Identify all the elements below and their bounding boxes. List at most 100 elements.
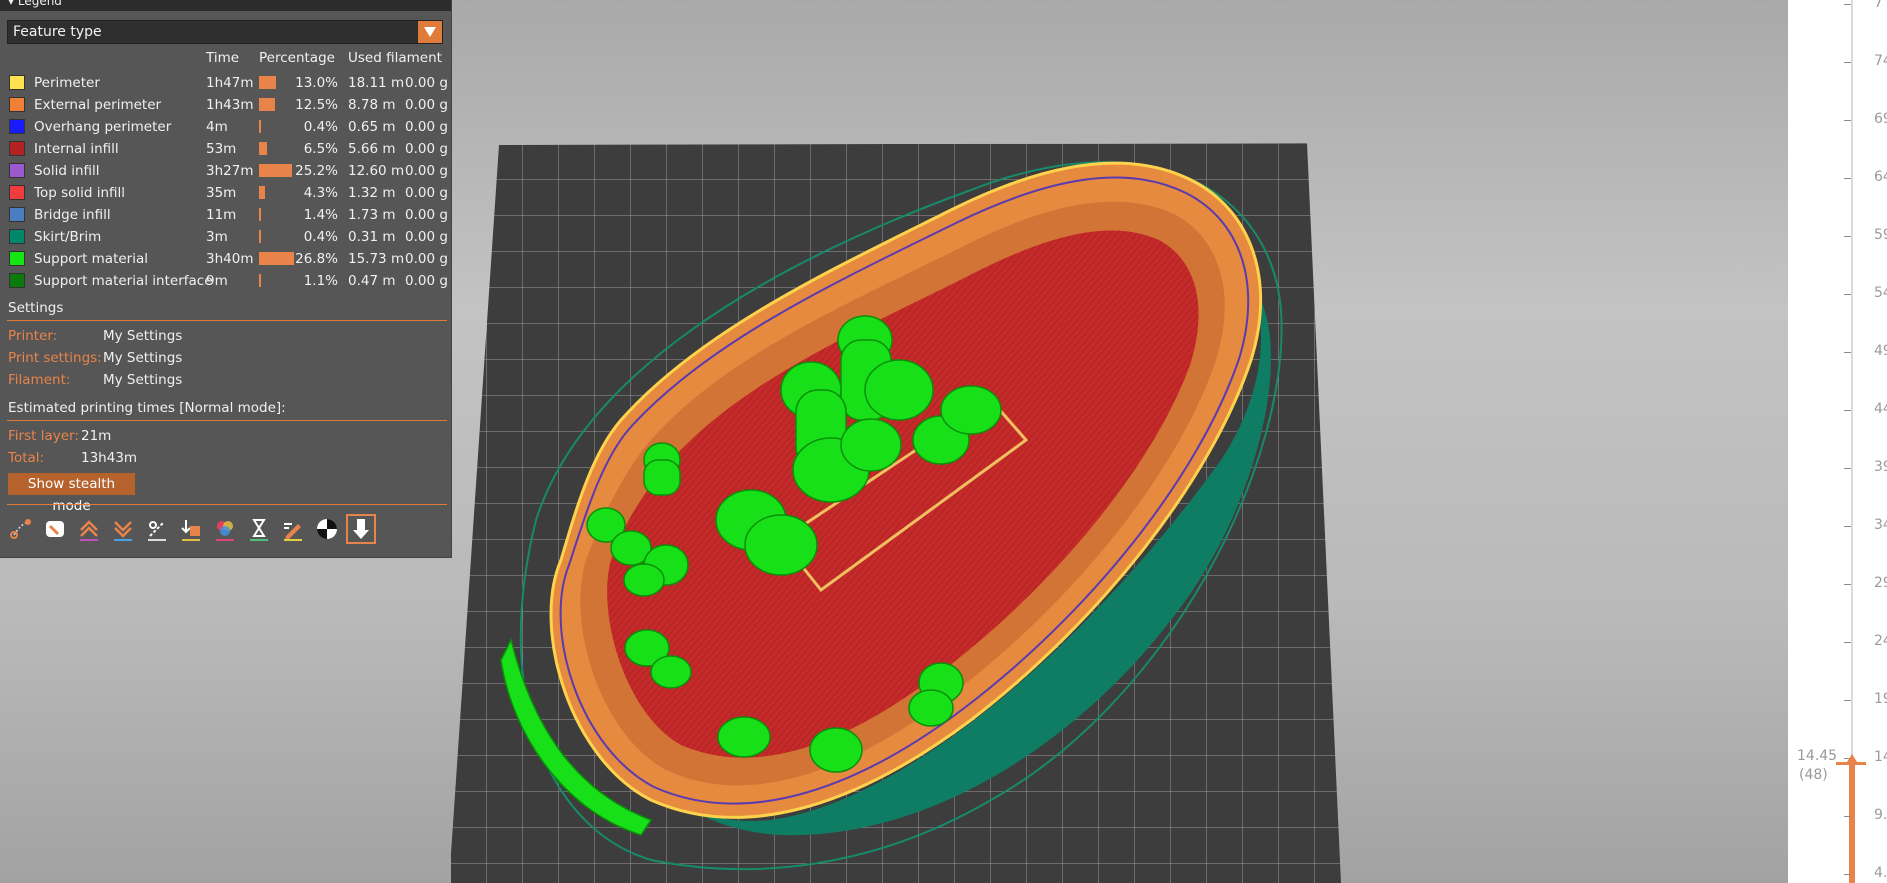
- color-changes-icon[interactable]: [212, 516, 238, 542]
- legend-row[interactable]: Overhang perimeter 4m 0.4% 0.65 m 0.00 g: [0, 116, 451, 138]
- slider-thumb[interactable]: [1845, 754, 1859, 765]
- color-swatch: [9, 97, 25, 112]
- percentage-bar: [259, 274, 261, 287]
- feature-weight: 0.00 g: [405, 75, 448, 91]
- filament-label: Filament:: [8, 372, 71, 388]
- retractions-icon[interactable]: [76, 516, 102, 542]
- slider-tick-label: 69: [1874, 111, 1887, 127]
- feature-percentage: 4.3%: [303, 185, 338, 201]
- feature-percentage: 13.0%: [295, 75, 338, 91]
- slider-tick-label: 64: [1874, 169, 1887, 185]
- feature-length: 15.73 m: [348, 251, 405, 267]
- layer-slider[interactable]: 7 74 69 64 59 54 49 44 39 34 29 24 19 14 9. 4. 14.45 (4…: [1788, 0, 1887, 883]
- legend-row[interactable]: Top solid infill 35m 4.3% 1.32 m 0.00 g: [0, 182, 451, 204]
- color-swatch: [9, 229, 25, 244]
- header-percentage: Percentage: [259, 50, 335, 66]
- feature-type-select[interactable]: Feature type: [7, 20, 443, 44]
- feature-length: 0.65 m: [348, 119, 396, 135]
- feature-name: Internal infill: [34, 141, 119, 157]
- total-label: Total:: [8, 450, 45, 466]
- slider-tick-mark: [1844, 526, 1851, 527]
- feature-length: 5.66 m: [348, 141, 396, 157]
- first-layer-label: First layer:: [8, 428, 79, 444]
- feature-percentage: 1.1%: [303, 273, 338, 289]
- percentage-bar: [259, 252, 294, 265]
- print-settings-label: Print settings:: [8, 350, 102, 366]
- first-layer-value: 21m: [81, 428, 112, 444]
- feature-name: Skirt/Brim: [34, 229, 102, 245]
- slider-tick-label: 14: [1874, 749, 1887, 765]
- legend-row[interactable]: Internal infill 53m 6.5% 5.66 m 0.00 g: [0, 138, 451, 160]
- slider-active-range: [1849, 763, 1855, 883]
- percentage-bar: [259, 98, 276, 111]
- feature-percentage: 0.4%: [303, 119, 338, 135]
- feature-name: Solid infill: [34, 163, 100, 179]
- center-of-gravity-icon[interactable]: [314, 516, 340, 542]
- feature-length: 8.78 m: [348, 97, 396, 113]
- legend-row[interactable]: Skirt/Brim 3m 0.4% 0.31 m 0.00 g: [0, 226, 451, 248]
- feature-length: 0.31 m: [348, 229, 396, 245]
- feature-name: Top solid infill: [34, 185, 126, 201]
- feature-time: 4m: [206, 119, 228, 135]
- slider-tick-mark: [1844, 4, 1851, 5]
- slider-tick-mark: [1844, 120, 1851, 121]
- current-height: 14.45: [1797, 748, 1838, 764]
- feature-name: Overhang perimeter: [34, 119, 172, 135]
- legend-titlebar[interactable]: ▾ Legend: [0, 0, 451, 11]
- total-value: 13h43m: [81, 450, 138, 466]
- slider-tick-label: 7: [1874, 0, 1883, 11]
- legend-row[interactable]: Support material interface 9m 1.1% 0.47 m 0.…: [0, 270, 451, 292]
- color-swatch: [9, 273, 25, 288]
- gcode-preview-viewport[interactable]: [451, 0, 1788, 883]
- chevron-down-icon[interactable]: [418, 21, 442, 43]
- slider-tick-mark: [1844, 468, 1851, 469]
- slider-tick-label: 74: [1874, 53, 1887, 69]
- deretractions-icon[interactable]: [110, 516, 136, 542]
- percentage-bar: [259, 164, 292, 177]
- color-swatch: [9, 75, 25, 90]
- slider-tick-label: 49: [1874, 343, 1887, 359]
- feature-name: Bridge infill: [34, 207, 111, 223]
- feature-weight: 0.00 g: [405, 251, 448, 267]
- color-swatch: [9, 251, 25, 266]
- wipe-icon[interactable]: [42, 516, 68, 542]
- feature-weight: 0.00 g: [405, 119, 448, 135]
- header-time: Time: [206, 50, 240, 66]
- custom-gcodes-icon[interactable]: [280, 516, 306, 542]
- feature-length: 12.60 m: [348, 163, 405, 179]
- legend-row[interactable]: Bridge infill 11m 1.4% 1.73 m 0.00 g: [0, 204, 451, 226]
- legend-row[interactable]: Perimeter 1h47m 13.0% 18.11 m 0.00 g: [0, 72, 451, 94]
- slider-tick-label: 9.: [1874, 807, 1887, 823]
- divider: [7, 504, 447, 505]
- feature-time: 3h40m: [206, 251, 254, 267]
- legend-panel: ▾ Legend Feature type Time Percentage Us…: [0, 0, 452, 558]
- feature-time: 1h47m: [206, 75, 254, 91]
- pause-prints-icon[interactable]: [246, 516, 272, 542]
- feature-percentage: 0.4%: [303, 229, 338, 245]
- shells-icon[interactable]: [346, 514, 376, 544]
- color-swatch: [9, 207, 25, 222]
- tool-changes-icon[interactable]: [178, 516, 204, 542]
- legend-row[interactable]: External perimeter 1h43m 12.5% 8.78 m 0.00 g: [0, 94, 451, 116]
- slider-tick-mark: [1844, 352, 1851, 353]
- feature-percentage: 12.5%: [295, 97, 338, 113]
- slider-track: [1851, 0, 1853, 883]
- show-stealth-mode-button[interactable]: Show stealth mode: [8, 473, 135, 514]
- slider-tick-label: 59: [1874, 227, 1887, 243]
- times-title: Estimated printing times [Normal mode]:: [8, 400, 286, 416]
- print-preview-scene: [451, 143, 1341, 883]
- legend-row[interactable]: Solid infill 3h27m 25.2% 12.60 m 0.00 g: [0, 160, 451, 182]
- seams-icon[interactable]: [144, 516, 170, 542]
- feature-length: 1.73 m: [348, 207, 396, 223]
- legend-row[interactable]: Support material 3h40m 26.8% 15.73 m 0.00 g: [0, 248, 451, 270]
- slider-tick-label: 39: [1874, 459, 1887, 475]
- feature-weight: 0.00 g: [405, 163, 448, 179]
- feature-length: 18.11 m: [348, 75, 405, 91]
- divider: [7, 320, 447, 321]
- percentage-bar: [259, 186, 265, 199]
- printer-label: Printer:: [8, 328, 58, 344]
- slider-tick-mark: [1844, 294, 1851, 295]
- feature-length: 1.32 m: [348, 185, 396, 201]
- travel-icon[interactable]: [8, 516, 34, 542]
- feature-name: Support material interface: [34, 273, 213, 289]
